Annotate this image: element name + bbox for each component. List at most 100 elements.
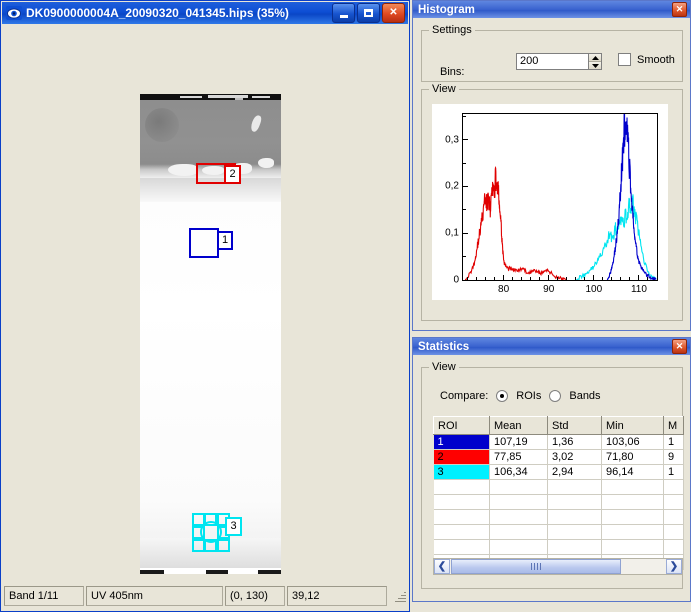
y-minor-tick — [463, 209, 466, 211]
table-row[interactable] — [433, 509, 684, 525]
table-row[interactable]: 2 77,85 3,02 71,80 9 — [433, 449, 684, 465]
table-row[interactable] — [433, 524, 684, 540]
cell-roi[interactable]: 3 — [433, 464, 490, 480]
minimize-button[interactable] — [332, 3, 355, 23]
close-icon: ✕ — [389, 7, 398, 18]
cell-std — [547, 524, 602, 540]
close-icon: ✕ — [675, 341, 684, 351]
image-window-title: DK0900000004A_20090320_041345.hips (35%) — [26, 6, 289, 20]
cell-max: 9 — [663, 449, 684, 465]
histogram-close-button[interactable]: ✕ — [672, 2, 687, 17]
x-minor-tick — [566, 277, 568, 280]
cell-mean: 107,19 — [489, 434, 548, 450]
roi-handle-bottom-right[interactable] — [217, 539, 230, 552]
table-row[interactable] — [433, 479, 684, 495]
cell-std: 2,94 — [547, 464, 602, 480]
roi-label-2[interactable]: 2 — [224, 165, 241, 184]
radio-bands[interactable] — [549, 390, 562, 402]
roi-handle-middle-left[interactable] — [192, 526, 205, 539]
image-blob — [168, 164, 198, 176]
x-minor-tick — [557, 277, 559, 280]
smooth-label: Smooth — [637, 53, 675, 66]
radio-rois[interactable] — [496, 390, 509, 402]
image-window-titlebar[interactable]: DK0900000004A_20090320_041345.hips (35%)… — [2, 2, 408, 24]
column-header-max[interactable]: M — [663, 416, 684, 435]
smooth-checkbox-row[interactable]: Smooth — [618, 53, 675, 66]
cell-roi — [433, 539, 490, 555]
histogram-view-group: View 0 0,1 0,2 0,3 80 90 100 110 — [421, 83, 683, 321]
smooth-checkbox[interactable] — [618, 53, 631, 66]
roi-swatch-3: 3 — [433, 465, 489, 479]
table-row[interactable] — [433, 494, 684, 510]
histogram-titlebar[interactable]: Histogram ✕ — [413, 1, 690, 18]
cell-std — [547, 494, 602, 510]
compare-row: Compare: ROIs Bands — [440, 390, 601, 402]
scroll-right-button[interactable]: ❯ — [666, 559, 682, 574]
histogram-series — [464, 165, 568, 280]
maximize-button[interactable] — [357, 3, 380, 23]
cell-min — [601, 539, 664, 555]
column-header-std[interactable]: Std — [547, 416, 602, 435]
table-row[interactable] — [433, 539, 684, 555]
histogram-title: Histogram — [418, 3, 475, 16]
roi-handle-top-center[interactable] — [204, 513, 217, 526]
cell-max — [663, 494, 684, 510]
roi-rectangle-1[interactable] — [189, 228, 219, 258]
x-minor-tick — [539, 277, 541, 280]
roi-handle-bottom-center[interactable] — [204, 539, 217, 552]
compare-label: Compare: — [440, 390, 489, 402]
cell-mean — [489, 509, 548, 525]
x-tick-label: 110 — [630, 284, 647, 295]
eye-icon — [6, 6, 22, 20]
cell-min: 96,14 — [601, 464, 664, 480]
x-tick-mark — [593, 275, 595, 280]
roi-label-1[interactable]: 1 — [217, 231, 233, 250]
cell-mean — [489, 524, 548, 540]
cell-min — [601, 509, 664, 525]
x-minor-tick — [602, 277, 604, 280]
scrollbar-thumb[interactable] — [451, 559, 621, 574]
cell-min — [601, 479, 664, 495]
histogram-plot[interactable]: 0 0,1 0,2 0,3 80 90 100 110 — [432, 104, 668, 300]
cell-max — [663, 509, 684, 525]
cell-max: 1 — [663, 464, 684, 480]
image-canvas[interactable]: 2 1 3 — [4, 26, 407, 578]
y-minor-tick — [463, 256, 466, 258]
table-header-row: ROI Mean Std Min M — [433, 416, 684, 435]
column-header-mean[interactable]: Mean — [489, 416, 548, 435]
roi-label-3[interactable]: 3 — [225, 517, 242, 536]
bins-spinner[interactable] — [588, 53, 602, 70]
column-header-roi[interactable]: ROI — [433, 416, 490, 435]
x-minor-tick — [575, 277, 577, 280]
x-minor-tick — [611, 277, 613, 280]
statistics-titlebar[interactable]: Statistics ✕ — [413, 338, 690, 355]
status-bar: Band 1/11 UV 405nm (0, 130) 39,12 — [4, 584, 407, 608]
table-row[interactable]: 1 107,19 1,36 103,06 1 — [433, 434, 684, 450]
table-row[interactable]: 3 106,34 2,94 96,14 1 — [433, 464, 684, 480]
bins-input[interactable]: 200 — [516, 53, 588, 70]
cell-mean: 106,34 — [489, 464, 548, 480]
spinner-up-icon[interactable] — [589, 54, 601, 62]
x-tick-label: 100 — [585, 284, 603, 295]
statistics-close-button[interactable]: ✕ — [672, 339, 687, 354]
roi-swatch-1: 1 — [433, 435, 489, 449]
column-header-min[interactable]: Min — [601, 416, 664, 435]
cell-roi[interactable]: 1 — [433, 434, 490, 450]
cell-mean: 77,85 — [489, 449, 548, 465]
spinner-down-icon[interactable] — [589, 62, 601, 69]
cell-max: 1 — [663, 434, 684, 450]
cell-std — [547, 509, 602, 525]
y-minor-tick — [463, 115, 466, 117]
y-minor-tick — [463, 162, 466, 164]
cell-roi — [433, 479, 490, 495]
scroll-left-button[interactable]: ❮ — [434, 559, 450, 574]
statistics-table[interactable]: ROI Mean Std Min M 1 107,19 1,36 103,06 … — [433, 416, 684, 570]
close-button[interactable]: ✕ — [382, 3, 405, 23]
cell-roi[interactable]: 2 — [433, 449, 490, 465]
cell-mean — [489, 539, 548, 555]
status-range: (0, 130) — [225, 586, 285, 606]
resize-grip[interactable] — [392, 589, 406, 603]
cell-roi — [433, 494, 490, 510]
image-speck — [235, 98, 243, 100]
statistics-horizontal-scrollbar[interactable]: ❮ ❯ — [433, 558, 683, 575]
